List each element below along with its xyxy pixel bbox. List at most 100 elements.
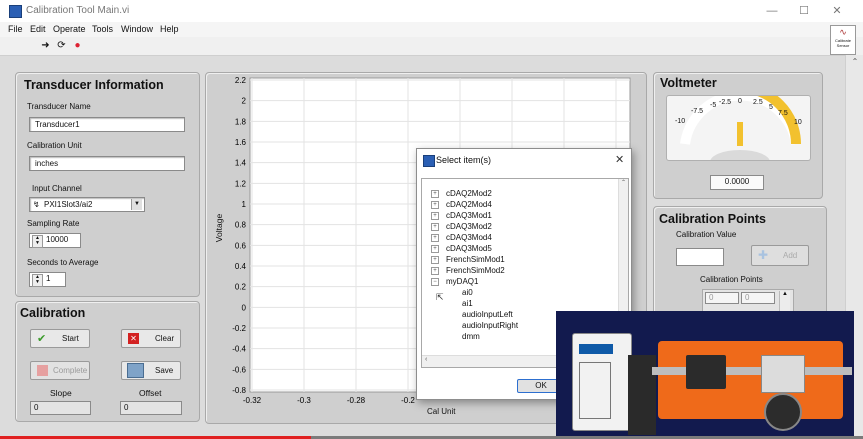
table-cell[interactable]: 0 [705,292,739,304]
gauge-tick-label: -10 [675,118,686,125]
calibration-unit-field[interactable]: inches [29,156,185,171]
sampling-rate-label: Sampling Rate [27,219,80,228]
expand-icon[interactable]: + [431,223,439,231]
gauge-tick-label: -5 [710,102,717,109]
tree-item[interactable]: cDAQ2Mod2 [446,189,492,198]
expand-icon[interactable]: + [431,190,439,198]
complete-button[interactable]: Complete [30,361,90,380]
sampling-rate-field[interactable]: ▲ ▼ 10000 [29,233,81,248]
start-button[interactable]: ✔ Start [30,329,90,348]
dialog-close-icon[interactable]: ✕ [615,153,624,166]
tree-item[interactable]: cDAQ2Mod4 [446,200,492,209]
gauge-hub [710,150,770,160]
clear-label: Clear [155,334,175,343]
y-tick-label: 2 [242,97,247,106]
device-panel-diagram [579,362,611,419]
tree-item[interactable]: cDAQ3Mod4 [446,233,492,242]
mydaq-device-image [572,333,632,431]
expand-icon[interactable]: + [431,234,439,242]
menu-file[interactable]: File [8,24,23,34]
scroll-up-icon[interactable]: ⌃ [846,57,863,66]
maximize-icon[interactable]: ☐ [792,3,816,19]
gauge-tick-label: 2.5 [753,99,763,106]
collapse-icon[interactable]: − [431,278,439,286]
tree-scroll-left-icon[interactable]: ‹ [425,356,427,363]
gauge-svg [680,96,810,160]
clear-x-icon: ✕ [128,333,139,344]
run-continuously-icon[interactable]: ⟳ [56,40,67,51]
menu-tools[interactable]: Tools [92,24,113,34]
offset-indicator: 0 [120,401,182,415]
sampling-rate-stepper-icon[interactable]: ▲ ▼ [32,235,43,248]
input-channel-select[interactable]: ↯ PXI1Slot3/ai2 ▼ [29,197,145,212]
mouse-cursor-icon: ⇱ [436,292,444,302]
calibration-value-label: Calibration Value [676,230,737,239]
expand-icon[interactable]: + [431,267,439,275]
add-button[interactable]: ✚ Add [751,245,809,266]
tree-child[interactable]: ai1 [462,299,473,308]
menu-edit[interactable]: Edit [30,24,46,34]
table-scroll-up-icon[interactable]: ▲ [779,291,790,313]
y-tick-label: -0.8 [232,386,246,395]
tree-child[interactable]: audioInputLeft [462,310,513,319]
expand-icon[interactable]: + [431,256,439,264]
digital-indicator-image [764,393,802,431]
close-icon[interactable]: ✕ [825,3,849,19]
save-button[interactable]: Save [121,361,181,380]
gauge-needle [737,122,743,146]
dialog-title: Select item(s) [436,155,492,165]
table-cell[interactable]: 0 [741,292,775,304]
transducer-panel: Transducer Information Transducer Name T… [15,72,200,297]
tree-item[interactable]: FrenchSimMod2 [446,266,505,275]
y-tick-label: 2.2 [235,76,247,85]
expand-icon[interactable]: + [431,212,439,220]
gauge-tick-label: 0 [738,98,742,105]
transducer-name-field[interactable]: Transducer1 [29,117,185,132]
transducer-title: Transducer Information [24,78,164,92]
voltmeter-reading: 0.0000 [710,175,764,190]
y-tick-label: 1.2 [235,179,247,188]
clear-button[interactable]: ✕ Clear [121,329,181,348]
calibration-points-title: Calibration Points [659,212,766,226]
calibration-value-field[interactable] [676,248,724,266]
io-channel-icon: ↯ [33,200,40,209]
y-tick-label: 0.2 [235,283,247,292]
tree-item[interactable]: cDAQ3Mod5 [446,244,492,253]
y-tick-label: 0.8 [235,221,247,230]
menu-help[interactable]: Help [160,24,179,34]
x-tick-label: -0.32 [243,396,262,405]
menu-window[interactable]: Window [121,24,153,34]
tree-item[interactable]: cDAQ3Mod1 [446,211,492,220]
expand-icon[interactable]: + [431,201,439,209]
slope-label: Slope [50,388,72,398]
complete-square-icon [37,365,48,376]
x-axis-label: Cal Unit [427,407,456,416]
menu-operate[interactable]: Operate [53,24,86,34]
gauge-tick-label: 10 [794,119,802,126]
minimize-icon[interactable]: — [760,3,784,19]
tree-item[interactable]: FrenchSimMod1 [446,255,505,264]
input-channel-label: Input Channel [32,184,82,193]
tree-child[interactable]: audioInputRight [462,321,518,330]
x-tick-labels: -0.32 -0.3 -0.28 -0.2 [243,396,416,405]
tree-item[interactable]: myDAQ1 [446,277,478,286]
expand-icon[interactable]: + [431,245,439,253]
tree-scroll-up-icon[interactable]: ⌃ [619,179,628,186]
y-tick-labels: 2.2 2 1.8 1.6 1.4 1.2 1 0.8 0.6 0.4 0.2 0 -0.2 -0.4 -0… [232,76,246,395]
y-tick-label: 1.6 [235,138,247,147]
seconds-to-average-field[interactable]: ▲ ▼ 1 [29,272,66,287]
run-arrow-icon[interactable]: ➜ [40,40,51,51]
tree-child[interactable]: ai0 [462,288,473,297]
input-channel-value: PXI1Slot3/ai2 [44,200,93,209]
dropdown-arrow-icon[interactable]: ▼ [131,199,142,210]
tree-item[interactable]: cDAQ3Mod2 [446,222,492,231]
abort-icon[interactable]: ● [72,40,83,51]
complete-label: Complete [53,366,88,375]
y-tick-label: 0 [242,303,247,312]
y-tick-label: 0.4 [235,262,247,271]
offset-label: Offset [139,388,162,398]
hardware-video-overlay [556,311,854,439]
dialog-app-icon [423,155,435,167]
tree-child[interactable]: dmm [462,332,480,341]
seconds-stepper-icon[interactable]: ▲ ▼ [32,274,43,287]
